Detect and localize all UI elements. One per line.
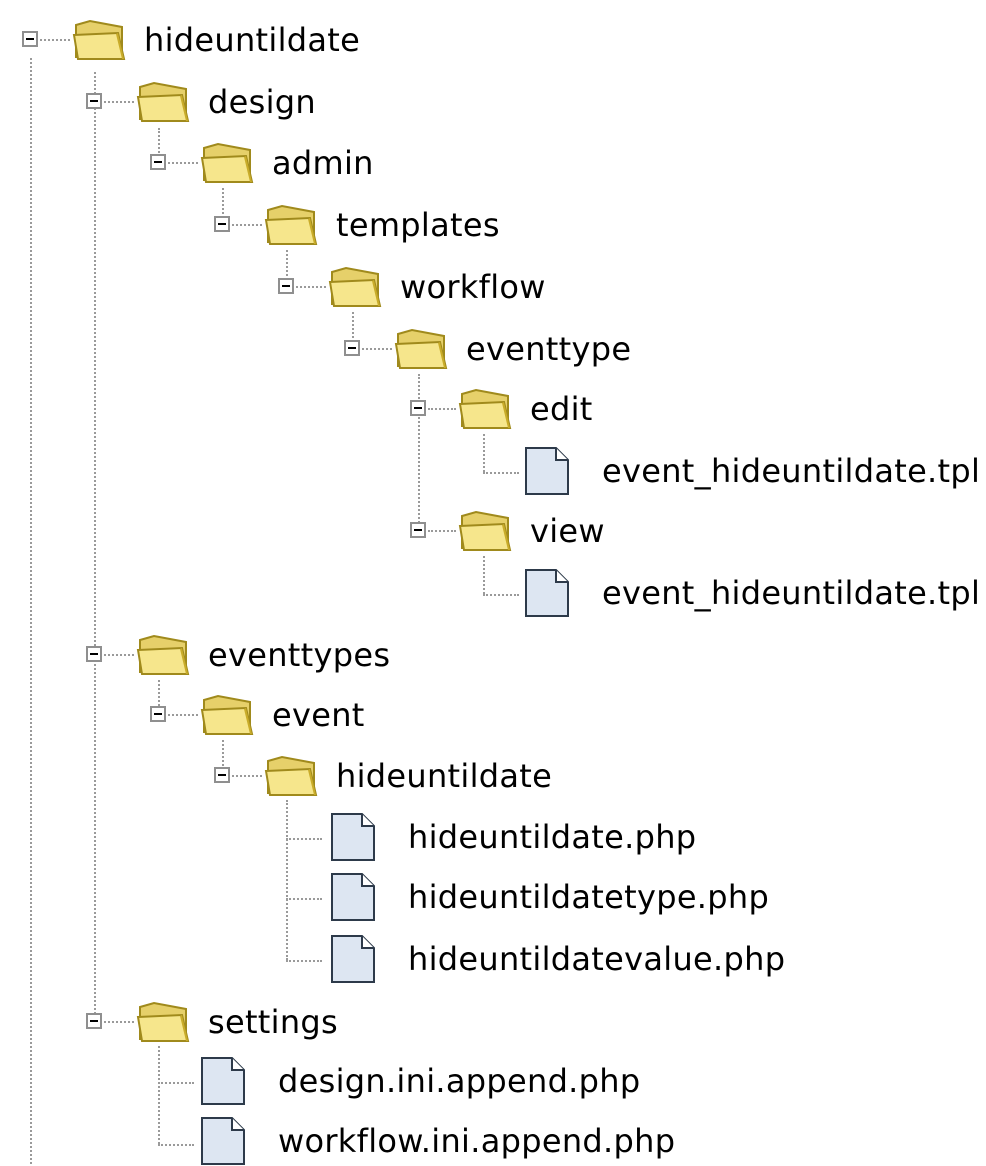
tree-line xyxy=(168,162,198,164)
tree-node-folder[interactable]: eventtypes xyxy=(136,630,390,680)
collapse-button[interactable] xyxy=(150,706,166,722)
tree-line xyxy=(168,714,198,716)
folder-open-icon xyxy=(136,1001,190,1042)
collapse-button[interactable] xyxy=(86,1013,102,1029)
node-label: settings xyxy=(208,1003,339,1041)
node-label: hideuntildatevalue.php xyxy=(408,940,786,978)
folder-open-icon xyxy=(136,634,190,675)
node-label: design xyxy=(208,83,316,121)
tree-node-folder[interactable]: workflow xyxy=(328,262,546,312)
tree-line xyxy=(286,838,322,840)
folder-open-icon xyxy=(264,755,318,796)
tree-node-folder[interactable]: templates xyxy=(264,200,500,250)
folder-open-icon xyxy=(200,694,254,735)
tree-node-folder[interactable]: event xyxy=(200,690,365,740)
node-label: view xyxy=(530,512,605,550)
folder-open-icon xyxy=(458,388,512,429)
tree-line xyxy=(158,1046,160,1144)
file-icon xyxy=(525,569,569,617)
node-label: workflow.ini.append.php xyxy=(278,1122,676,1160)
tree-line xyxy=(428,530,456,532)
tree-node-folder[interactable]: settings xyxy=(136,997,338,1047)
tree-line xyxy=(483,472,519,474)
tree-node-file[interactable]: event_hideuntildate.tpl xyxy=(524,446,980,496)
collapse-button[interactable] xyxy=(344,340,360,356)
folder-open-icon xyxy=(264,204,318,245)
tree-line xyxy=(158,1082,194,1084)
file-tree: hideuntildate design admin templates wor… xyxy=(0,0,986,1166)
node-label: templates xyxy=(336,206,500,244)
node-label: eventtypes xyxy=(208,636,391,674)
tree-line xyxy=(104,654,134,656)
collapse-button[interactable] xyxy=(214,767,230,783)
tree-line xyxy=(104,1021,134,1023)
collapse-button[interactable] xyxy=(214,216,230,232)
tree-line xyxy=(232,224,262,226)
tree-line xyxy=(286,800,288,960)
folder-open-icon xyxy=(328,266,382,307)
node-label: event_hideuntildate.tpl xyxy=(602,452,981,490)
collapse-button[interactable] xyxy=(86,93,102,109)
tree-node-file[interactable]: workflow.ini.append.php xyxy=(200,1116,675,1166)
tree-node-folder[interactable]: view xyxy=(458,506,605,556)
tree-node-file[interactable]: hideuntildatevalue.php xyxy=(330,934,785,984)
file-icon xyxy=(331,935,375,983)
node-label: hideuntildate.php xyxy=(408,818,697,856)
node-label: eventtype xyxy=(466,330,632,368)
tree-line xyxy=(286,898,322,900)
node-label: event xyxy=(272,696,365,734)
node-label: hideuntildatetype.php xyxy=(408,878,770,916)
tree-node-file[interactable]: hideuntildate.php xyxy=(330,812,696,862)
tree-node-folder[interactable]: hideuntildate xyxy=(72,15,360,65)
node-label: hideuntildate xyxy=(336,757,553,795)
tree-node-folder[interactable]: design xyxy=(136,77,316,127)
collapse-button[interactable] xyxy=(410,400,426,416)
file-icon xyxy=(201,1117,245,1165)
tree-line xyxy=(94,72,96,1022)
tree-line xyxy=(483,434,485,472)
collapse-button[interactable] xyxy=(150,154,166,170)
folder-open-icon xyxy=(72,19,126,60)
node-label: admin xyxy=(272,144,374,182)
tree-line xyxy=(483,594,519,596)
tree-line xyxy=(362,348,392,350)
tree-line xyxy=(232,775,262,777)
file-icon xyxy=(201,1057,245,1105)
folder-open-icon xyxy=(394,328,448,369)
tree-line xyxy=(30,58,32,1164)
tree-node-folder[interactable]: edit xyxy=(458,384,593,434)
tree-line xyxy=(296,286,326,288)
file-icon xyxy=(331,873,375,921)
tree-node-folder[interactable]: eventtype xyxy=(394,324,631,374)
folder-open-icon xyxy=(136,81,190,122)
tree-node-file[interactable]: hideuntildatetype.php xyxy=(330,872,769,922)
file-icon xyxy=(331,813,375,861)
tree-line xyxy=(286,960,322,962)
tree-node-file[interactable]: event_hideuntildate.tpl xyxy=(524,568,980,618)
collapse-button[interactable] xyxy=(278,278,294,294)
tree-line xyxy=(428,408,456,410)
tree-line xyxy=(483,556,485,594)
file-icon xyxy=(525,447,569,495)
collapse-button[interactable] xyxy=(22,31,38,47)
tree-line xyxy=(104,101,134,103)
tree-node-folder[interactable]: hideuntildate xyxy=(264,751,552,801)
node-label: event_hideuntildate.tpl xyxy=(602,574,981,612)
folder-open-icon xyxy=(200,142,254,183)
node-label: edit xyxy=(530,390,593,428)
node-label: design.ini.append.php xyxy=(278,1062,641,1100)
tree-node-folder[interactable]: admin xyxy=(200,138,374,188)
collapse-button[interactable] xyxy=(86,646,102,662)
node-label: hideuntildate xyxy=(144,21,361,59)
folder-open-icon xyxy=(458,510,512,551)
tree-line xyxy=(40,39,70,41)
collapse-button[interactable] xyxy=(410,522,426,538)
tree-line xyxy=(418,374,420,530)
tree-node-file[interactable]: design.ini.append.php xyxy=(200,1056,640,1106)
node-label: workflow xyxy=(400,268,546,306)
tree-line xyxy=(158,1144,194,1146)
